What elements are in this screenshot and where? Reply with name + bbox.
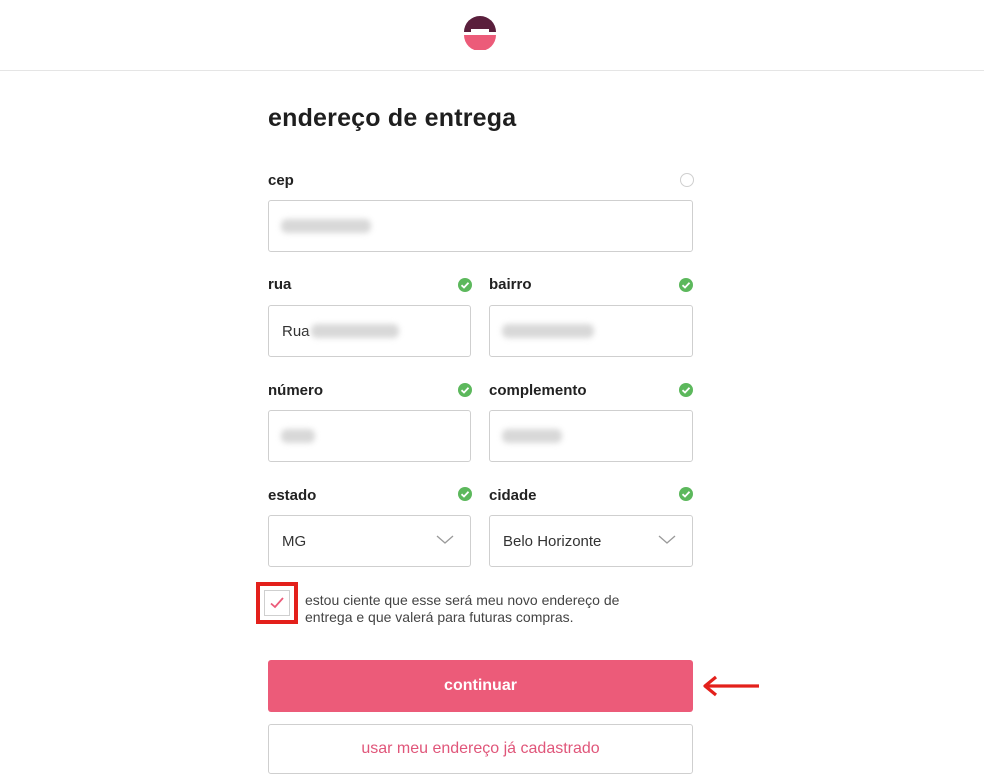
cep-value-redacted	[281, 219, 371, 233]
estado-label: estado	[268, 487, 317, 504]
rua-input[interactable]: Rua	[268, 305, 471, 357]
numero-label: número	[268, 382, 324, 399]
check-icon	[679, 487, 693, 501]
cidade-label: cidade	[489, 487, 537, 504]
check-icon	[458, 278, 472, 292]
check-icon	[458, 487, 472, 501]
rua-value-prefix: Rua	[282, 323, 310, 340]
rua-label: rua	[268, 276, 292, 293]
e-logo-icon[interactable]	[462, 14, 498, 50]
cep-input[interactable]	[268, 200, 693, 252]
consent-text: estou ciente que esse será meu novo ende…	[305, 592, 620, 625]
annotation-arrow-icon	[703, 675, 759, 697]
top-bar	[0, 0, 984, 71]
check-icon	[458, 383, 472, 397]
cidade-select[interactable]: Belo Horizonte	[489, 515, 693, 567]
chevron-down-icon	[436, 535, 454, 544]
complemento-label: complemento	[489, 382, 587, 399]
bairro-label: bairro	[489, 276, 532, 293]
rua-value-redacted	[311, 324, 399, 338]
use-saved-address-button[interactable]: usar meu endereço já cadastrado	[268, 724, 693, 774]
complemento-input[interactable]	[489, 410, 693, 462]
bairro-value-redacted	[502, 324, 594, 338]
cep-label: cep	[268, 172, 294, 189]
continue-button[interactable]: continuar	[268, 660, 693, 712]
estado-selected-value: MG	[282, 533, 307, 550]
check-icon	[679, 383, 693, 397]
check-icon	[679, 278, 693, 292]
page-title: endereço de entrega	[268, 104, 517, 132]
complemento-value-redacted	[502, 429, 562, 443]
numero-value-redacted	[281, 429, 315, 443]
cidade-selected-value: Belo Horizonte	[503, 533, 602, 550]
annotation-highlight-box	[256, 582, 298, 624]
chevron-down-icon	[658, 535, 676, 544]
cep-pending-icon	[680, 173, 694, 187]
bairro-input[interactable]	[489, 305, 693, 357]
numero-input[interactable]	[268, 410, 471, 462]
estado-select[interactable]: MG	[268, 515, 471, 567]
